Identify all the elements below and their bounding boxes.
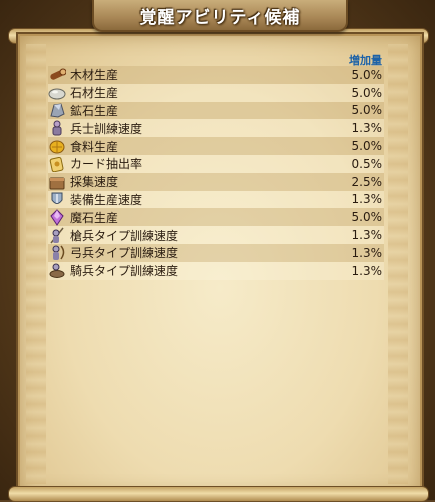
- spearman-icon: [48, 227, 66, 244]
- list-item: 魔石生産 5.0%: [48, 208, 384, 227]
- equipment-icon: [48, 191, 66, 208]
- wood-log-icon: [48, 66, 66, 83]
- list-item: 木材生産 5.0%: [48, 66, 384, 84]
- list-item: 鉱石生産 5.0%: [48, 101, 384, 120]
- list-item: カード抽出率 0.5%: [48, 154, 384, 173]
- magic-stone-icon: [48, 209, 66, 226]
- right-ornament: [388, 44, 408, 484]
- page-title: 覚醒アビリティ候補: [139, 8, 301, 28]
- list-item: 石材生産 5.0%: [48, 83, 384, 102]
- list-item: 弓兵タイプ訓練速度 1.3%: [48, 243, 384, 262]
- ability-list: 木材生産 5.0% 石材生産 5.0% 鉱石生産 5.0% 兵士訓練速度 1.3…: [48, 66, 384, 280]
- list-item: 食料生産 5.0%: [48, 137, 384, 155]
- list-item: 装備生産速度 1.3%: [48, 190, 384, 209]
- title-banner: 覚醒アビリティ候補: [92, 0, 348, 32]
- gathering-icon: [48, 173, 66, 190]
- list-item: 騎兵タイプ訓練速度 1.3%: [48, 261, 384, 280]
- stone-icon: [48, 84, 66, 101]
- archer-icon: [48, 244, 66, 261]
- food-icon: [48, 138, 66, 155]
- list-item: 槍兵タイプ訓練速度 1.3%: [48, 226, 384, 244]
- list-item: 採集速度 2.5%: [48, 172, 384, 191]
- card-icon: [48, 155, 66, 172]
- ore-icon: [48, 102, 66, 119]
- soldier-icon: [48, 120, 66, 137]
- left-ornament: [26, 44, 46, 484]
- cavalry-icon: [48, 262, 66, 279]
- list-item: 兵士訓練速度 1.3%: [48, 119, 384, 138]
